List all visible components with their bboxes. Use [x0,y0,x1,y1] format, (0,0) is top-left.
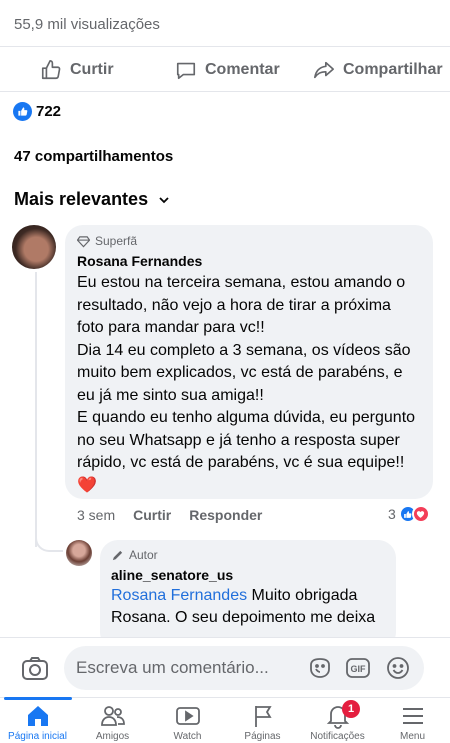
bottom-tab-bar: Página inicial Amigos Watch Páginas Noti… [0,697,450,743]
badge-label: Autor [129,548,158,562]
share-label: Compartilhar [343,61,443,78]
comment-button[interactable]: Comentar [175,47,280,93]
comment-icon [176,62,196,80]
sticker-icon[interactable] [307,655,333,681]
comment-label: Comentar [205,61,280,78]
sort-label: Mais relevantes [14,189,149,209]
comment-reply-button[interactable]: Responder [189,507,262,523]
thread-line [35,272,37,547]
tab-label: Notificações [310,731,365,742]
tab-menu[interactable]: Menu [375,698,450,743]
comment-bubble: Superfã Rosana Fernandes Eu estou na ter… [65,225,433,499]
comment-time: 3 sem [77,507,116,523]
watch-icon [175,707,200,725]
tab-label: Páginas [244,731,281,742]
reply-bubble: Autor aline_senatore_us Rosana Fernandes… [100,540,396,650]
fan-badge: Superfã [77,234,421,248]
tab-label: Página inicial [8,731,67,742]
view-count: 55,9 mil visualizações [14,16,160,33]
pencil-icon [112,550,123,560]
tab-label: Amigos [95,731,130,742]
tab-watch[interactable]: Watch [150,698,225,743]
emoji-icon[interactable] [385,655,411,681]
svg-text:GIF: GIF [351,664,367,674]
share-button[interactable]: Compartilhar [313,47,443,93]
comment-meta: 3 sem Curtir Responder [77,507,262,523]
like-label: Curtir [70,61,114,78]
reaction-summary[interactable]: 722 [13,102,61,121]
gif-icon[interactable]: GIF [345,655,371,681]
camera-icon[interactable] [20,653,50,683]
tab-notifications[interactable]: Notificações 1 [300,698,375,743]
menu-icon [402,708,423,724]
tab-home[interactable]: Página inicial [0,697,75,743]
chevron-down-icon [159,196,169,203]
comment-like-button[interactable]: Curtir [133,507,171,523]
comment-reactions[interactable]: 3 [388,505,430,523]
reply-avatar[interactable] [66,540,92,566]
share-icon [314,61,334,79]
like-button[interactable]: Curtir [40,47,114,93]
post-actions: Curtir Comentar Compartilhar [0,46,450,92]
comment-input-container: GIF [64,646,424,690]
comment-input[interactable] [76,646,296,690]
avatar[interactable] [12,225,56,269]
comment-reaction-count: 3 [388,506,396,522]
tab-friends[interactable]: Amigos [75,698,150,743]
share-count[interactable]: 47 compartilhamentos [14,148,173,165]
thread-connector [35,528,63,552]
reaction-count: 722 [36,103,62,120]
comment-text: Eu estou na terceira semana, estou amand… [77,274,416,494]
thumbs-up-icon [41,60,61,80]
reply-author[interactable]: aline_senatore_us [111,567,385,583]
flag-icon [254,706,272,727]
author-badge: Autor [111,548,385,562]
comment-composer: GIF [0,637,450,697]
love-reaction-icon [411,505,430,523]
like-reaction-icon [13,102,32,121]
home-icon [27,706,48,726]
tab-pages[interactable]: Páginas [225,698,300,743]
comment-author[interactable]: Rosana Fernandes [77,253,421,269]
comment-sort-dropdown[interactable]: Mais relevantes [14,189,170,210]
badge-label: Superfã [95,234,138,248]
tab-label: Watch [173,731,202,742]
diamond-icon [77,235,90,247]
reply-text: Rosana Fernandes Muito obrigada Rosana. … [111,585,385,629]
tab-label: Menu [399,731,425,742]
friends-icon [100,706,125,726]
notification-badge: 1 [342,700,360,718]
mention-link[interactable]: Rosana Fernandes [111,587,247,604]
